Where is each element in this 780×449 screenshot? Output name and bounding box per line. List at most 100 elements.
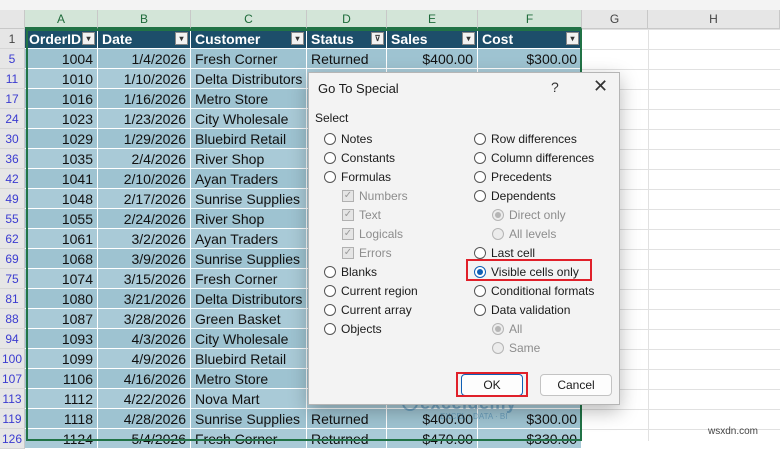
column-header-e[interactable]: E <box>387 10 478 29</box>
row-header[interactable]: 62 <box>0 229 25 249</box>
radio-icon[interactable] <box>474 133 486 145</box>
filter-applied-icon[interactable]: ⊽ <box>371 32 384 45</box>
table-cell[interactable]: 1/4/2026 <box>98 49 191 69</box>
close-icon[interactable]: ✕ <box>593 76 608 97</box>
table-header-cell[interactable]: Status ⊽ <box>307 29 387 49</box>
radio-icon[interactable] <box>492 342 504 354</box>
select-all-corner[interactable] <box>0 10 25 29</box>
radio-icon[interactable] <box>474 190 486 202</box>
row-header[interactable]: 88 <box>0 309 25 329</box>
radio-icon[interactable] <box>324 285 336 297</box>
row-header[interactable]: 75 <box>0 269 25 289</box>
radio-icon[interactable] <box>324 152 336 164</box>
table-cell[interactable]: 3/2/2026 <box>98 229 191 249</box>
cancel-button[interactable]: Cancel <box>540 374 612 396</box>
row-header[interactable]: 126 <box>0 429 25 449</box>
table-cell[interactable]: Sunrise Supplies <box>191 249 307 269</box>
table-cell[interactable]: 4/22/2026 <box>98 389 191 409</box>
table-cell[interactable]: 1061 <box>25 229 98 249</box>
table-cell[interactable]: 1/16/2026 <box>98 89 191 109</box>
column-header-g[interactable]: G <box>582 10 648 29</box>
table-cell[interactable]: 2/24/2026 <box>98 209 191 229</box>
table-cell[interactable]: 1087 <box>25 309 98 329</box>
radio-icon[interactable] <box>324 133 336 145</box>
table-cell[interactable]: Returned <box>307 429 387 449</box>
table-header-cell[interactable]: Cost ▾ <box>478 29 582 49</box>
column-header-f[interactable]: F <box>478 10 582 29</box>
radio-icon[interactable] <box>324 171 336 183</box>
row-header[interactable]: 5 <box>0 49 25 69</box>
table-cell[interactable]: 5/4/2026 <box>98 429 191 449</box>
table-cell[interactable]: 3/28/2026 <box>98 309 191 329</box>
table-cell[interactable]: 1/29/2026 <box>98 129 191 149</box>
row-header[interactable]: 100 <box>0 349 25 369</box>
table-cell[interactable]: River Shop <box>191 209 307 229</box>
table-cell[interactable]: 1041 <box>25 169 98 189</box>
row-header[interactable]: 11 <box>0 69 25 89</box>
table-cell[interactable]: 1023 <box>25 109 98 129</box>
radio-icon[interactable] <box>324 323 336 335</box>
table-cell[interactable]: Sunrise Supplies <box>191 409 307 429</box>
table-cell[interactable]: 1068 <box>25 249 98 269</box>
filter-dropdown-icon[interactable]: ▾ <box>462 32 475 45</box>
row-header[interactable]: 42 <box>0 169 25 189</box>
table-cell[interactable]: $300.00 <box>478 49 582 69</box>
radio-icon[interactable] <box>492 228 504 240</box>
row-header[interactable]: 119 <box>0 409 25 429</box>
table-cell[interactable]: 2/10/2026 <box>98 169 191 189</box>
radio-icon[interactable] <box>474 304 486 316</box>
row-header[interactable]: 1 <box>0 29 25 49</box>
table-cell[interactable]: 1118 <box>25 409 98 429</box>
table-cell[interactable]: $400.00 <box>387 49 478 69</box>
table-cell[interactable]: Metro Store <box>191 89 307 109</box>
row-header[interactable]: 81 <box>0 289 25 309</box>
table-cell[interactable]: 1099 <box>25 349 98 369</box>
row-header[interactable]: 30 <box>0 129 25 149</box>
table-cell[interactable]: 1004 <box>25 49 98 69</box>
table-cell[interactable]: Delta Distributors <box>191 289 307 309</box>
row-header[interactable]: 107 <box>0 369 25 389</box>
table-cell[interactable]: Green Basket <box>191 309 307 329</box>
table-cell[interactable]: 4/28/2026 <box>98 409 191 429</box>
table-cell[interactable]: Bluebird Retail <box>191 129 307 149</box>
table-cell[interactable]: 1010 <box>25 69 98 89</box>
row-header[interactable]: 24 <box>0 109 25 129</box>
table-cell[interactable]: Bluebird Retail <box>191 349 307 369</box>
radio-icon[interactable] <box>324 266 336 278</box>
filter-dropdown-icon[interactable]: ▾ <box>291 32 304 45</box>
column-header-d[interactable]: D <box>307 10 387 29</box>
radio-icon[interactable] <box>492 323 504 335</box>
table-cell[interactable]: 2/4/2026 <box>98 149 191 169</box>
radio-icon[interactable] <box>324 304 336 316</box>
column-header-h[interactable]: H <box>648 10 780 29</box>
table-cell[interactable]: 1048 <box>25 189 98 209</box>
table-cell[interactable]: $470.00 <box>387 429 478 449</box>
table-cell[interactable]: 3/9/2026 <box>98 249 191 269</box>
table-cell[interactable]: Metro Store <box>191 369 307 389</box>
filter-dropdown-icon[interactable]: ▾ <box>175 32 188 45</box>
table-cell[interactable]: 4/9/2026 <box>98 349 191 369</box>
table-header-cell[interactable]: OrderID ▾ <box>25 29 98 49</box>
row-header[interactable]: 17 <box>0 89 25 109</box>
table-cell[interactable]: Delta Distributors <box>191 69 307 89</box>
table-cell[interactable]: City Wholesale <box>191 109 307 129</box>
radio-icon[interactable] <box>474 247 486 259</box>
row-header[interactable]: 49 <box>0 189 25 209</box>
radio-icon[interactable] <box>474 171 486 183</box>
table-cell[interactable]: 1055 <box>25 209 98 229</box>
table-cell[interactable]: 4/16/2026 <box>98 369 191 389</box>
table-header-cell[interactable]: Customer ▾ <box>191 29 307 49</box>
table-cell[interactable]: Returned <box>307 49 387 69</box>
table-cell[interactable]: 1035 <box>25 149 98 169</box>
table-cell[interactable]: 1029 <box>25 129 98 149</box>
column-header-a[interactable]: A <box>25 10 98 29</box>
column-header-c[interactable]: C <box>191 10 307 29</box>
table-header-cell[interactable]: Date ▾ <box>98 29 191 49</box>
column-header-b[interactable]: B <box>98 10 191 29</box>
table-cell[interactable]: 1124 <box>25 429 98 449</box>
table-cell[interactable]: 1074 <box>25 269 98 289</box>
table-cell[interactable]: 1016 <box>25 89 98 109</box>
table-cell[interactable]: $330.00 <box>478 429 582 449</box>
row-header[interactable]: 94 <box>0 329 25 349</box>
radio-icon[interactable] <box>474 285 486 297</box>
